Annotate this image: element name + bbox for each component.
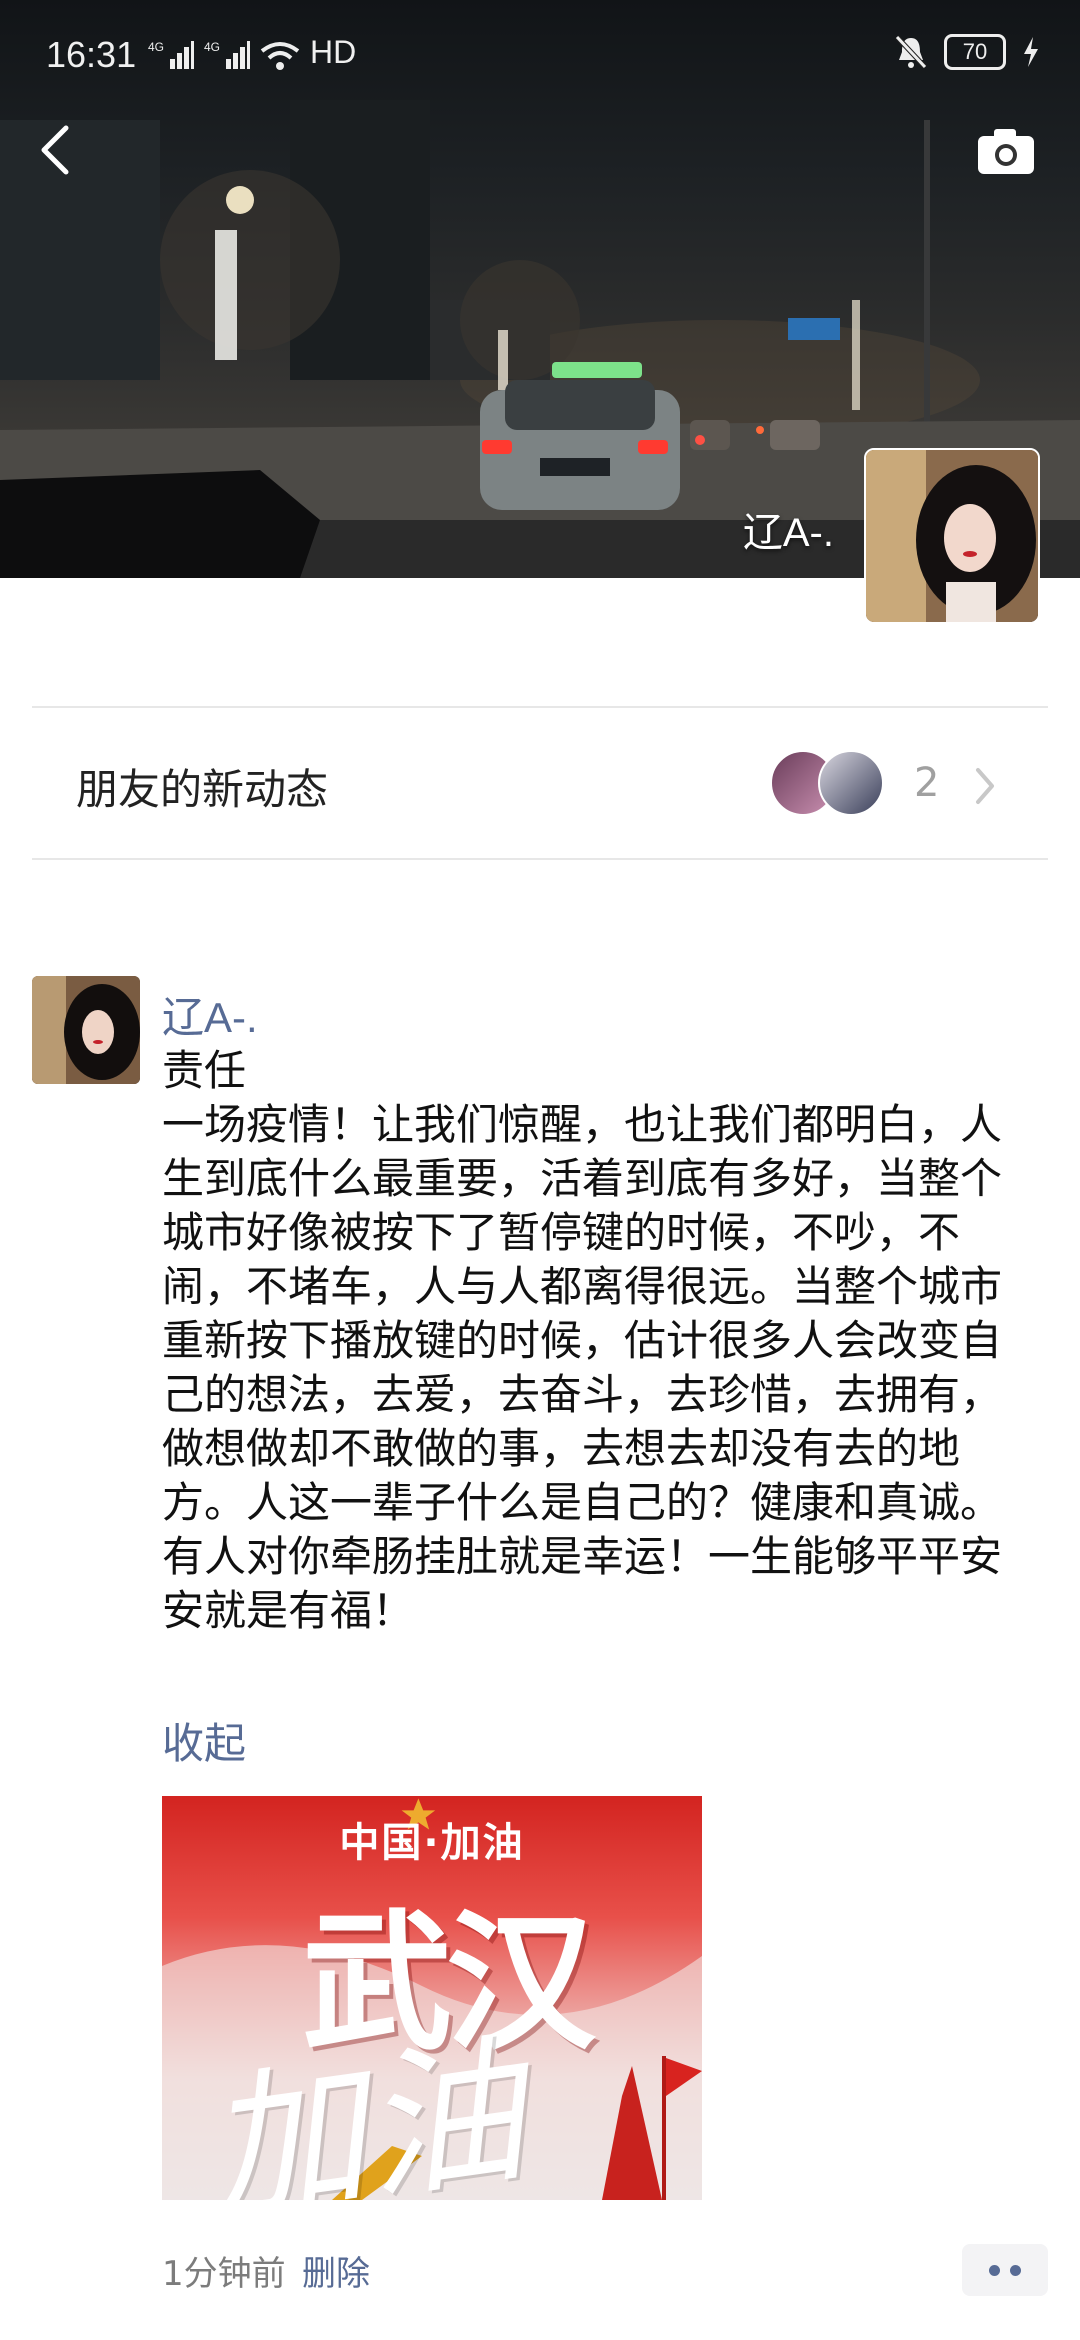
- profile-avatar[interactable]: [864, 448, 1040, 624]
- signal-icon: 4G: [204, 40, 250, 69]
- status-right: 70: [894, 34, 1040, 70]
- mute-icon: [895, 35, 927, 69]
- camera-icon[interactable]: [976, 126, 1036, 176]
- signal-icon: 4G: [148, 40, 194, 69]
- hd-label: HD: [310, 34, 357, 70]
- friends-avatars: [770, 750, 884, 816]
- divider: [32, 858, 1048, 860]
- friends-updates-count: 2: [914, 760, 940, 806]
- collapse-link[interactable]: 收起: [162, 1710, 246, 1771]
- cover-username: 辽A-.: [742, 511, 834, 555]
- avatar-portrait: [866, 450, 1038, 622]
- back-icon[interactable]: [34, 120, 78, 180]
- status-time: 16:31: [46, 34, 137, 75]
- avatar-portrait: [32, 976, 140, 1084]
- chevron-right-icon: [976, 768, 994, 804]
- wifi-icon: [260, 42, 300, 70]
- post-author-avatar[interactable]: [32, 976, 140, 1084]
- delete-link[interactable]: 删除: [302, 2246, 370, 2295]
- status-bar: 16:31 4G 4G HD 70: [0, 0, 1080, 110]
- post-author-name[interactable]: 辽A-.: [162, 984, 258, 1045]
- svg-text:4G: 4G: [204, 40, 220, 54]
- post-time: 1分钟前: [162, 2254, 286, 2294]
- friends-updates-label: 朋友的新动态: [76, 765, 329, 814]
- charging-icon: [1024, 37, 1038, 67]
- more-dots-icon[interactable]: [962, 2244, 1048, 2296]
- dot: [1010, 2264, 1021, 2276]
- dot: [989, 2264, 1000, 2276]
- post-text: 责任 一场疫情！让我们惊醒，也让我们都明白，人生到底什么最重要，活着到底有多好，…: [162, 1046, 1003, 1635]
- friends-updates-row[interactable]: 朋友的新动态 2: [0, 708, 1080, 860]
- svg-text:4G: 4G: [148, 40, 164, 54]
- avatar: [818, 750, 884, 816]
- poster-top-text: 中国·加油: [339, 1820, 525, 1866]
- post-image[interactable]: 中国·加油 武汉 加油: [162, 1796, 702, 2200]
- battery-icon: 70: [944, 34, 1006, 70]
- network-indicators: 4G 4G HD: [148, 34, 356, 71]
